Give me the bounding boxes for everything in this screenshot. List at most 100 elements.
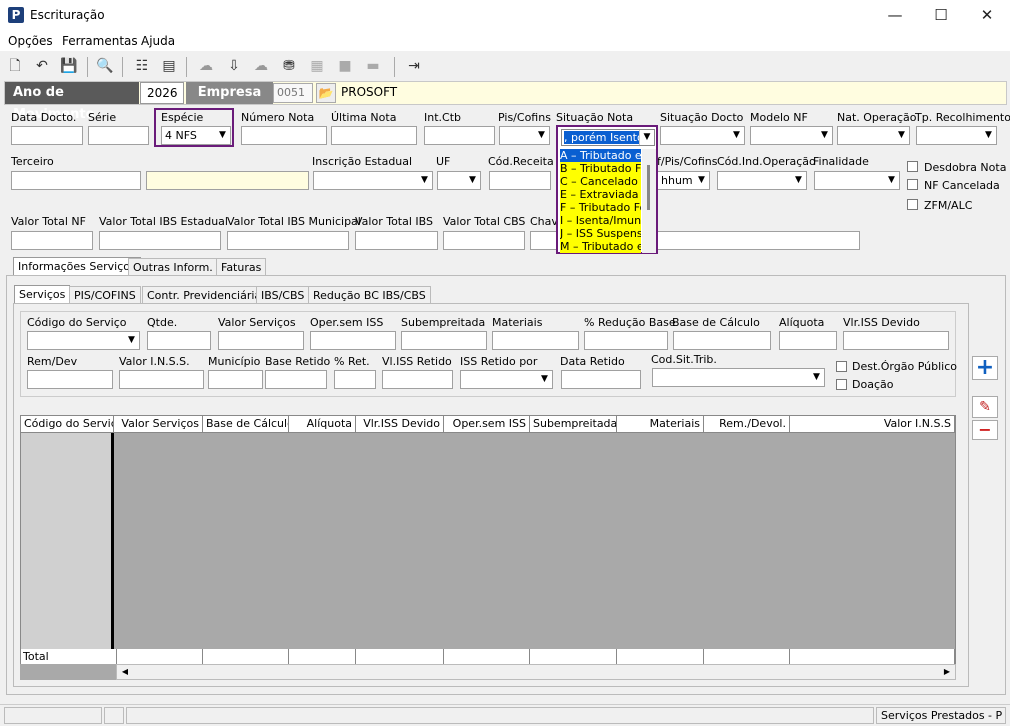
cib-icon[interactable]: ⛃ xyxy=(280,57,298,75)
base-calculo-input[interactable] xyxy=(673,331,771,350)
tab-contr-previdenciaria[interactable]: Contr. Previdenciária xyxy=(142,286,267,304)
subempreitada-input[interactable] xyxy=(401,331,487,350)
aliquota-input[interactable] xyxy=(779,331,837,350)
vlr-iss-devido-input[interactable] xyxy=(843,331,949,350)
empresa-code-input[interactable]: 0051 xyxy=(273,83,313,103)
inscricao-estadual-select[interactable]: ▼ xyxy=(313,171,433,190)
modelo-nf-select[interactable]: ▼ xyxy=(750,126,833,145)
cod-receita-input[interactable] xyxy=(489,171,551,190)
terceiro-name-input[interactable] xyxy=(146,171,309,190)
close-button[interactable]: ✕ xyxy=(964,0,1010,32)
cod-ind-operacao-select[interactable]: ▼ xyxy=(717,171,807,190)
tab-outras-inform[interactable]: Outras Inform. xyxy=(128,258,218,276)
iss-retido-por-select[interactable]: ▼ xyxy=(460,370,553,389)
exit-door-icon[interactable]: ⇥ xyxy=(405,57,423,75)
valor-ibs-input[interactable] xyxy=(355,231,438,250)
save-icon[interactable]: 💾 xyxy=(60,57,78,75)
tab-ibs-cbs[interactable]: IBS/CBS xyxy=(256,286,310,304)
nf-cancelada-checkbox[interactable] xyxy=(907,179,918,190)
dropdown-item[interactable]: C – Cancelado xyxy=(560,175,641,188)
int-ctb-input[interactable] xyxy=(424,126,495,145)
dropdown-item[interactable]: M – Tributado em xyxy=(560,240,641,253)
pct-ret-input[interactable] xyxy=(334,370,376,389)
tab-servicos[interactable]: Serviços xyxy=(14,285,71,303)
print-preview-icon[interactable]: 🔍 xyxy=(96,57,114,75)
dropdown-item[interactable]: F – Tributado Fo xyxy=(560,201,641,214)
grid-header[interactable]: Alíquota xyxy=(289,416,356,433)
cloud2-icon[interactable]: ☁ xyxy=(252,57,270,75)
add-icon[interactable]: + xyxy=(972,356,998,380)
tab-reducao-bc[interactable]: Redução BC IBS/CBS xyxy=(308,286,431,304)
new-doc-icon[interactable]: 🗋 xyxy=(6,57,24,75)
dropdown-item[interactable]: E – Extraviada xyxy=(560,188,641,201)
grid-header[interactable]: Subempreitada xyxy=(530,416,617,433)
vl-iss-retido-input[interactable] xyxy=(382,370,453,389)
desdobra-checkbox[interactable] xyxy=(907,161,918,172)
cloud-icon[interactable]: ☁ xyxy=(197,57,215,75)
cod-servico-select[interactable]: ▼ xyxy=(27,331,140,350)
tree-icon[interactable]: ☷ xyxy=(133,57,151,75)
tab-informacoes-servicos[interactable]: Informações Serviços xyxy=(13,257,141,275)
materiais-input[interactable] xyxy=(492,331,579,350)
remove-icon[interactable]: − xyxy=(972,420,998,440)
oper-sem-iss-input[interactable] xyxy=(310,331,396,350)
situacao-nota-select[interactable]: , porém Isento ▼ xyxy=(561,129,655,146)
dropdown-scrollbar[interactable] xyxy=(642,149,656,253)
folder-open-icon[interactable]: 📂 xyxy=(316,83,336,103)
minus-icon[interactable]: ▬ xyxy=(364,57,382,75)
pis-cofins2-select[interactable]: hhum ▼ xyxy=(657,171,710,190)
grid-header[interactable]: Vlr.ISS Devido xyxy=(356,416,444,433)
reducao-base-input[interactable] xyxy=(584,331,668,350)
dropdown-item[interactable]: I – Isenta/Imune xyxy=(560,214,641,227)
valor-total-nf-input[interactable] xyxy=(11,231,93,250)
rem-dev-input[interactable] xyxy=(27,370,113,389)
valor-inss-input[interactable] xyxy=(119,370,204,389)
minimize-button[interactable]: — xyxy=(872,0,918,32)
ultima-nota-input[interactable] xyxy=(331,126,417,145)
print-list-icon[interactable]: ▤ xyxy=(160,57,178,75)
valor-ibs-municipal-input[interactable] xyxy=(227,231,349,250)
numero-nota-input[interactable] xyxy=(241,126,327,145)
finalidade-select[interactable]: ▼ xyxy=(814,171,900,190)
especie-select[interactable]: 4 NFS ▼ xyxy=(161,126,231,145)
zfm-checkbox[interactable] xyxy=(907,199,918,210)
undo-icon[interactable]: ↶ xyxy=(33,57,51,75)
menu-opcoes[interactable]: Opções xyxy=(8,34,53,48)
grid-icon[interactable]: ▦ xyxy=(308,57,326,75)
grid-header[interactable]: Materiais xyxy=(617,416,704,433)
grid-header[interactable]: Oper.sem ISS xyxy=(444,416,530,433)
grid-header[interactable]: Código do Serviço xyxy=(21,416,114,433)
valor-ibs-estadual-input[interactable] xyxy=(99,231,221,250)
scroll-thumb[interactable] xyxy=(647,165,650,210)
scroll-right-icon[interactable]: ▶ xyxy=(941,666,953,678)
grid-header[interactable]: Valor I.N.S.S xyxy=(790,416,955,433)
grid-header[interactable]: Valor Serviços xyxy=(114,416,203,433)
scroll-left-icon[interactable]: ◀ xyxy=(119,666,131,678)
grid-header[interactable]: Rem./Devol. xyxy=(704,416,790,433)
menu-ferramentas[interactable]: Ferramentas xyxy=(62,34,138,48)
dest-orgao-checkbox[interactable] xyxy=(836,361,847,372)
qtde-input[interactable] xyxy=(147,331,211,350)
pis-cofins-select[interactable]: ▼ xyxy=(499,126,550,145)
data-docto-input[interactable] xyxy=(11,126,83,145)
dropdown-item[interactable]: J – ISS Suspenso xyxy=(560,227,641,240)
tp-recolhimento-select[interactable]: ▼ xyxy=(916,126,997,145)
data-retido-input[interactable] xyxy=(561,370,641,389)
dropdown-item[interactable]: B – Tributado Fo xyxy=(560,162,641,175)
maximize-button[interactable]: ☐ xyxy=(918,0,964,32)
cod-sit-trib-select[interactable]: ▼ xyxy=(652,368,825,387)
box-icon[interactable]: ■ xyxy=(336,57,354,75)
ano-input[interactable]: 2026 xyxy=(140,82,184,104)
serie-input[interactable] xyxy=(88,126,149,145)
valor-servicos-input[interactable] xyxy=(218,331,304,350)
municipio-input[interactable] xyxy=(208,370,263,389)
menu-ajuda[interactable]: Ajuda xyxy=(141,34,175,48)
doacao-checkbox[interactable] xyxy=(836,379,847,390)
base-retido-input[interactable] xyxy=(265,370,327,389)
terceiro-code-input[interactable] xyxy=(11,171,141,190)
grid-header[interactable]: Base de Cálculo xyxy=(203,416,289,433)
edit-icon[interactable]: ✎ xyxy=(972,396,998,418)
tab-faturas[interactable]: Faturas xyxy=(216,258,267,276)
valor-cbs-input[interactable] xyxy=(443,231,525,250)
nat-operacao-select[interactable]: ▼ xyxy=(837,126,910,145)
